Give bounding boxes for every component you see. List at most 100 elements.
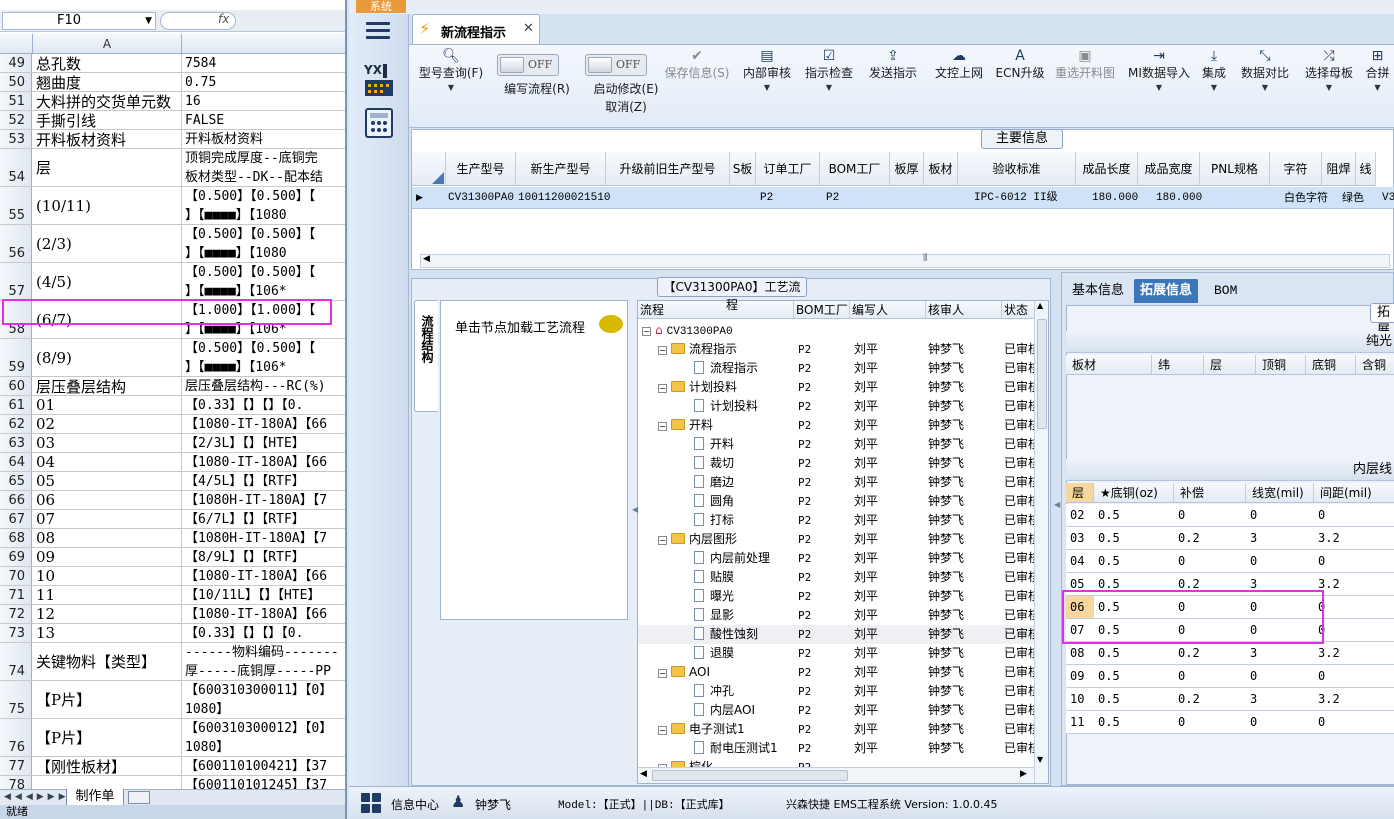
column-header[interactable]: 生产型号 [446,152,516,186]
tree-node[interactable]: 裁切 P2 刘平 钟梦飞 已审核 [638,454,1040,473]
layer-cell-w[interactable]: 3 [1250,688,1257,711]
cell-b[interactable]: 【1080-IT-180A】【66 [183,567,345,585]
reselect-button[interactable]: ▣ 重选开料图 [1049,45,1121,129]
cell-b[interactable]: 【0.33】【】【】【0. [183,396,345,414]
cell-b[interactable]: 【1080-IT-180A】【66 [183,605,345,623]
tree-header-writer[interactable]: 编写人 [850,301,926,319]
info-center-icon[interactable] [361,793,381,813]
sheet-row[interactable]: 69 09 【8/9L】【】【RTF】 [0,548,345,567]
row-number[interactable]: 75 [0,681,32,718]
cell-a[interactable]: 手撕引线 [32,111,182,129]
sheet-row[interactable]: 62 02 【1080-IT-180A】【66 [0,415,345,434]
cell-prod-no[interactable]: CV31300PA0 [448,187,514,209]
row-number[interactable]: 71 [0,586,32,604]
sheet-row[interactable]: 76 【P片】 【600310300012】【0】 1080】 [0,719,345,757]
column-header[interactable]: 成品宽度 [1138,152,1200,186]
sheet-row[interactable]: 73 13 【0.33】【】【】【0. [0,624,345,643]
row-number[interactable]: 66 [0,491,32,509]
layer-cell-l[interactable]: 03 [1070,527,1084,550]
chevron-down-icon[interactable]: ▼ [1233,81,1297,95]
row-number[interactable]: 70 [0,567,32,585]
cell-a[interactable]: 总孔数 [32,54,182,72]
chevron-down-icon[interactable]: ▼ [1123,81,1195,95]
scroll-down-icon[interactable]: ▼ [1037,755,1043,764]
sheet-row[interactable]: 50 翘曲度 0.75 [0,73,345,92]
flow-structure-tab[interactable]: 流程结构 [414,300,438,412]
cell-a[interactable]: 01 [32,396,182,414]
cell-a[interactable]: 02 [32,415,182,433]
chevron-down-icon[interactable]: ▼ [1197,81,1231,95]
column-header[interactable]: 板材 [924,152,958,186]
column-header[interactable]: 线宽(mil) [1246,483,1314,503]
cell-b[interactable]: 【1080-IT-180A】【66 [183,415,345,433]
chevron-down-icon[interactable]: ▼ [735,81,799,95]
collapse-icon[interactable]: − [658,726,667,735]
cell-a[interactable]: 层压叠层结构 [32,377,182,395]
cell-b[interactable]: 【1080H-IT-180A】【7 [183,491,345,509]
layer-cell-l[interactable]: 04 [1070,550,1084,573]
layer-cell-s[interactable]: 3.2 [1318,688,1340,711]
layer-cell-s[interactable]: 0 [1318,504,1325,527]
tree-root[interactable]: − ⌂ CV31300PA0 [638,321,1034,340]
layer-row[interactable]: 10 0.5 0.2 3 3.2 [1066,688,1394,711]
integrate-button[interactable]: ⤓ 集成 ▼ [1197,45,1231,129]
cell-b[interactable]: 【8/9L】【】【RTF】 [183,548,345,566]
row-number[interactable]: 74 [0,643,32,680]
cell-b[interactable]: 【10/11L】【】【HTE】 [183,586,345,604]
layer-cell-cu[interactable]: 0.5 [1098,711,1120,734]
layer-cell-comp[interactable]: 0.2 [1178,642,1200,665]
cell-b[interactable]: 【0.500】【0.500】【 】【■■■■】【106* [183,263,345,300]
collapse-icon[interactable]: − [658,346,667,355]
cell-length[interactable]: 180.000 [1092,187,1138,209]
scroll-up-icon[interactable]: ▲ [1037,301,1043,310]
row-number[interactable]: 57 [0,263,32,300]
tree-node[interactable]: 打标 P2 刘平 钟梦飞 已审核 [638,511,1040,530]
column-header[interactable]: 新生产型号 [516,152,606,186]
type-query-button[interactable]: 🔍︎ 型号查询(F) ▼ [411,45,491,129]
merge-button[interactable]: ⊞ 合拼 ▼ [1361,45,1394,129]
layer-cell-w[interactable]: 0 [1250,504,1257,527]
splitter-grip-icon[interactable]: ◀ [632,505,638,514]
cell-a[interactable]: 04 [32,453,182,471]
row-number[interactable]: 54 [0,149,32,186]
chevron-down-icon[interactable]: ▼ [1361,81,1394,95]
row-number[interactable]: 62 [0,415,32,433]
info-center-link[interactable]: 信息中心 [391,796,439,813]
cell-a[interactable]: 关键物料【类型】 [32,643,182,680]
name-box[interactable]: F10 ▼ [2,12,156,30]
cell-a[interactable]: 07 [32,510,182,528]
sheet-row[interactable]: 57 (4/5) 【0.500】【0.500】【 】【■■■■】【106* [0,263,345,301]
row-number[interactable]: 68 [0,529,32,547]
cell-a[interactable]: (10/11) [32,187,182,224]
upload-button[interactable]: ☁ 文控上网 [927,45,991,129]
layer-cell-w[interactable]: 0 [1250,550,1257,573]
new-sheet-icon[interactable] [128,791,150,804]
sheet-row[interactable]: 60 层压叠层结构 层压叠层结构---RC(%) [0,377,345,396]
cell-new-prod-no[interactable]: 10011200021510 [518,187,610,209]
cell-a[interactable]: 11 [32,586,182,604]
cell-b[interactable]: 【0.500】【0.500】【 】【■■■■】【1080 [183,187,345,224]
collapse-icon[interactable]: − [658,536,667,545]
row-number[interactable]: 69 [0,548,32,566]
sheet-row[interactable]: 55 (10/11) 【0.500】【0.500】【 】【■■■■】【1080 [0,187,345,225]
tree-node[interactable]: 计划投料 P2 刘平 钟梦飞 已审核 [638,397,1040,416]
row-number[interactable]: 65 [0,472,32,490]
column-header[interactable]: PNL规格 [1200,152,1270,186]
row-number[interactable]: 59 [0,339,32,376]
cell-b[interactable]: 开料板材资料 [183,130,345,148]
cell-a[interactable]: 【P片】 [32,719,182,756]
splitter-grip-icon[interactable]: ◀ [1054,500,1060,509]
tree-header-bom[interactable]: BOM工厂 [794,301,850,319]
layer-cell-comp[interactable]: 0 [1178,550,1185,573]
column-header[interactable]: 板厚 [890,152,924,186]
layer-cell-w[interactable]: 3 [1250,642,1257,665]
tree-node[interactable]: 开料 P2 刘平 钟梦飞 已审核 [638,435,1040,454]
vertical-scrollbar[interactable]: ▲ ▼ [1034,301,1048,783]
cell-b[interactable]: ------物料编码------- 厚-----底铜厚-----PP [183,643,345,680]
tree-header-reviewer[interactable]: 核审人 [926,301,1002,319]
tree-node[interactable]: 冲孔 P2 刘平 钟梦飞 已审核 [638,682,1040,701]
column-header[interactable]: 层 [1204,355,1256,375]
cell-a[interactable]: 【P片】 [32,681,182,718]
column-header[interactable]: 补偿 [1174,483,1246,503]
tree-node[interactable]: 磨边 P2 刘平 钟梦飞 已审核 [638,473,1040,492]
